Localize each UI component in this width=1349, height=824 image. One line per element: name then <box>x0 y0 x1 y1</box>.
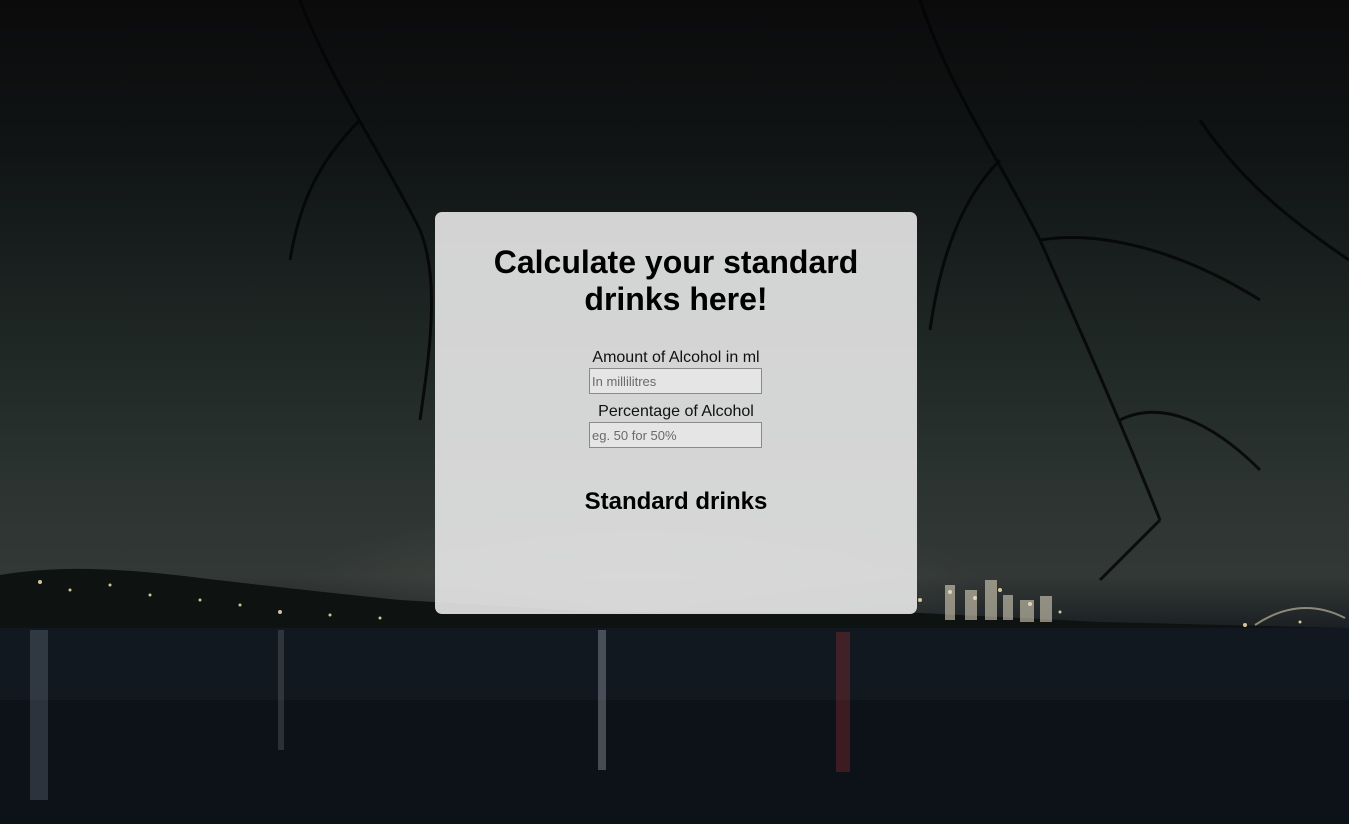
percentage-label: Percentage of Alcohol <box>598 403 754 420</box>
standard-drinks-result: Standard drinks <box>584 488 768 515</box>
page-title: Calculate your standard drinks here! <box>493 244 859 317</box>
calculator-card: Calculate your standard drinks here! Amo… <box>435 212 917 614</box>
amount-label: Amount of Alcohol in ml <box>592 349 760 366</box>
percentage-input[interactable] <box>589 422 762 448</box>
amount-input[interactable] <box>589 368 762 394</box>
